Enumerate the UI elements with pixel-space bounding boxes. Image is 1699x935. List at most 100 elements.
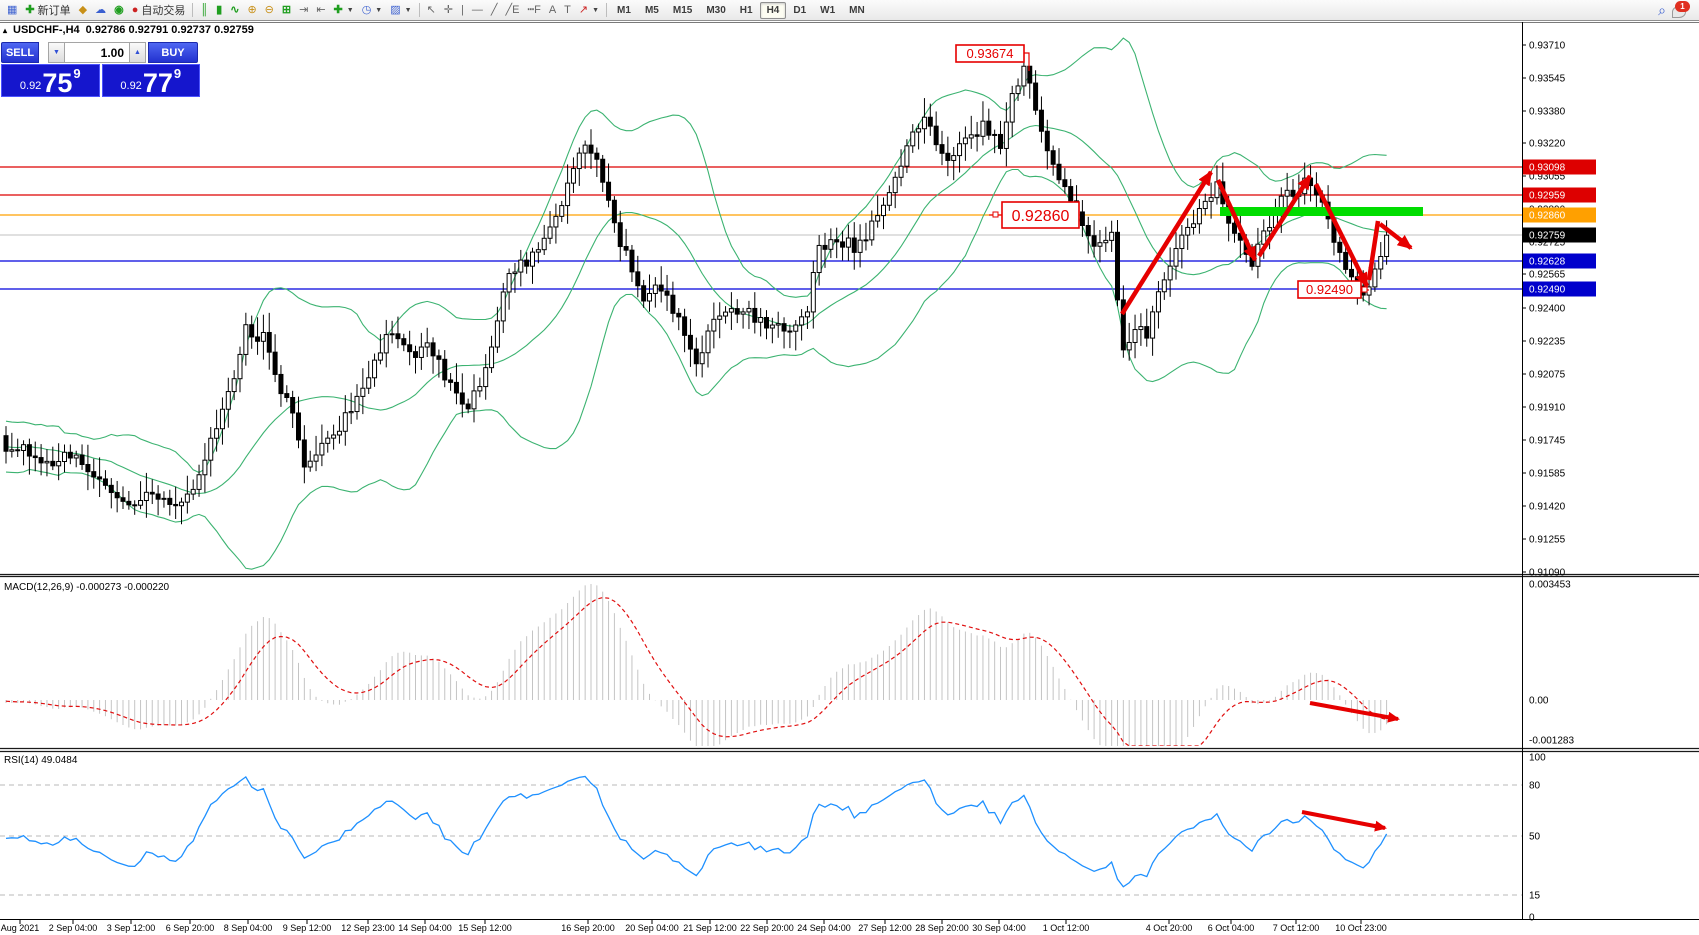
timeframe-h1[interactable]: H1 [733, 2, 760, 19]
horizontal-line-tool[interactable]: — [468, 2, 487, 19]
buy-price-tile[interactable]: 0.92 77 9 [102, 64, 201, 97]
auto-scroll-icon[interactable]: ⇥ [295, 2, 312, 19]
cursor-tool[interactable]: ↖ [423, 2, 440, 19]
candle-body [577, 153, 581, 168]
candle-body [45, 461, 49, 463]
sell-price-tile[interactable]: 0.92 75 9 [1, 64, 100, 97]
candle-body [817, 245, 821, 272]
line-chart-icon[interactable]: ∿ [226, 2, 243, 19]
candle-body [449, 380, 453, 382]
signals-icon[interactable]: ◉ [110, 2, 128, 19]
candle-body [1063, 180, 1067, 187]
candle-body [1016, 86, 1020, 94]
time-tick-label: 21 Sep 12:00 [683, 923, 737, 933]
lot-decrease-button[interactable]: ▼ [48, 42, 65, 63]
timeframe-d1[interactable]: D1 [786, 2, 813, 19]
timeframe-w1[interactable]: W1 [813, 2, 842, 19]
notifications-button[interactable]: 1 [1672, 2, 1690, 18]
candle-body [74, 455, 78, 458]
arrows-tool[interactable]: ↗▼ [575, 2, 603, 19]
candlestick-chart-icon-glyph: ▮ [216, 5, 222, 16]
cursor-tool-glyph: ↖ [427, 5, 436, 16]
time-tick-label: 22 Sep 20:00 [740, 923, 794, 933]
callout-handle[interactable] [993, 212, 998, 217]
candle-body [1098, 243, 1102, 247]
symbol-period-label: USDCHF-,H4 [13, 24, 80, 36]
candle-body [490, 347, 494, 368]
quick-trade-icon[interactable]: ◆ [75, 2, 91, 19]
periods-button[interactable]: ◷▼ [358, 2, 387, 19]
timeframe-m30[interactable]: M30 [699, 2, 732, 19]
fibonacci-tool[interactable]: ┅F [523, 2, 544, 19]
search-icon[interactable]: ⌕ [1658, 3, 1666, 17]
time-tick-label: Aug 2021 [1, 923, 40, 933]
macd-scale-label: -0.001283 [1529, 736, 1574, 747]
candle-body [109, 485, 113, 492]
timeframe-m15[interactable]: M15 [666, 2, 699, 19]
red-trend-arrow[interactable] [1122, 172, 1211, 314]
trendline-tool[interactable]: ╱ [487, 2, 502, 19]
candle-body [887, 193, 891, 206]
candle-body [1338, 242, 1342, 252]
market-watch-icon[interactable]: ▦ [3, 2, 21, 19]
timeframe-h4[interactable]: H4 [760, 2, 787, 19]
candle-body [922, 117, 926, 128]
autotrading-button[interactable]: ●自动交易 [128, 2, 190, 19]
lot-increase-button[interactable]: ▲ [129, 42, 146, 63]
chart-shift-icon[interactable]: ⇤ [312, 2, 329, 19]
timeframe-m5[interactable]: M5 [638, 2, 666, 19]
callout-handle[interactable] [1362, 287, 1367, 292]
candle-body [1034, 83, 1038, 110]
candle-body [513, 272, 517, 273]
ohlc-values-label: 0.92786 0.92791 0.92737 0.92759 [86, 24, 254, 36]
price-axis[interactable]: 0.937100.935450.933800.932200.930550.928… [1522, 41, 1596, 924]
zoom-in-icon-glyph: ⊕ [247, 5, 256, 16]
candle-body [1145, 327, 1149, 338]
chevron-down-icon: ▼ [347, 7, 354, 14]
sell-button[interactable]: SELL [1, 42, 39, 63]
candle-body [1057, 164, 1061, 179]
crosshair-tool[interactable]: ✛ [440, 2, 457, 19]
red-trend-arrow[interactable] [1218, 180, 1255, 260]
lot-size-input[interactable] [65, 42, 129, 63]
candle-body [408, 345, 412, 352]
chevron-down-icon: ▼ [405, 7, 412, 14]
zoom-out-icon[interactable]: ⊖ [261, 2, 278, 19]
macd-scale-label: 0.00 [1529, 696, 1549, 707]
time-axis[interactable]: Aug 20212 Sep 04:003 Sep 12:006 Sep 20:0… [1, 920, 1387, 933]
buy-button[interactable]: BUY [148, 42, 198, 63]
candle-body [531, 252, 535, 266]
text-label-tool[interactable]: T [560, 2, 575, 19]
candlestick-chart-icon[interactable]: ▮ [212, 2, 226, 19]
candle-body [396, 334, 400, 339]
templates-button[interactable]: ▨▼ [386, 2, 415, 19]
text-tool[interactable]: A [545, 2, 560, 19]
rsi-scale-label: 80 [1529, 781, 1541, 792]
bollinger-bands [6, 38, 1387, 569]
candle-body [548, 227, 552, 238]
candle-body [1344, 252, 1348, 269]
new-order-button[interactable]: ✚新订单 [21, 2, 74, 19]
bar-chart-icon[interactable]: ║ [196, 2, 212, 19]
notification-badge: 1 [1675, 1, 1690, 12]
indicators-button[interactable]: ✚▼ [330, 2, 358, 19]
candle-body [1039, 110, 1043, 131]
candle-body [279, 374, 283, 393]
green-resistance-zone[interactable] [1220, 207, 1423, 216]
bollinger-upper-band[interactable] [6, 38, 1387, 472]
timeframe-m1[interactable]: M1 [610, 2, 638, 19]
channel-tool[interactable]: ╱E [502, 2, 524, 19]
periods-button-glyph: ◷ [362, 5, 372, 16]
macd-red-arrow[interactable] [1310, 703, 1398, 719]
candle-body [39, 458, 43, 463]
buy-price-main: 77 [143, 72, 173, 95]
candle-body [197, 475, 201, 490]
candle-body [946, 153, 950, 160]
chart-canvas[interactable]: 0.936740.928600.92490MACD(12,26,9) -0.00… [0, 0, 1699, 935]
tile-windows-icon[interactable]: ⊞ [278, 2, 295, 19]
zoom-in-icon[interactable]: ⊕ [243, 2, 260, 19]
expert-advisors-icon[interactable]: ☁ [91, 2, 110, 19]
vertical-line-tool[interactable]: | [457, 2, 468, 19]
timeframe-mn[interactable]: MN [842, 2, 872, 19]
rsi-red-arrow[interactable] [1302, 812, 1385, 828]
